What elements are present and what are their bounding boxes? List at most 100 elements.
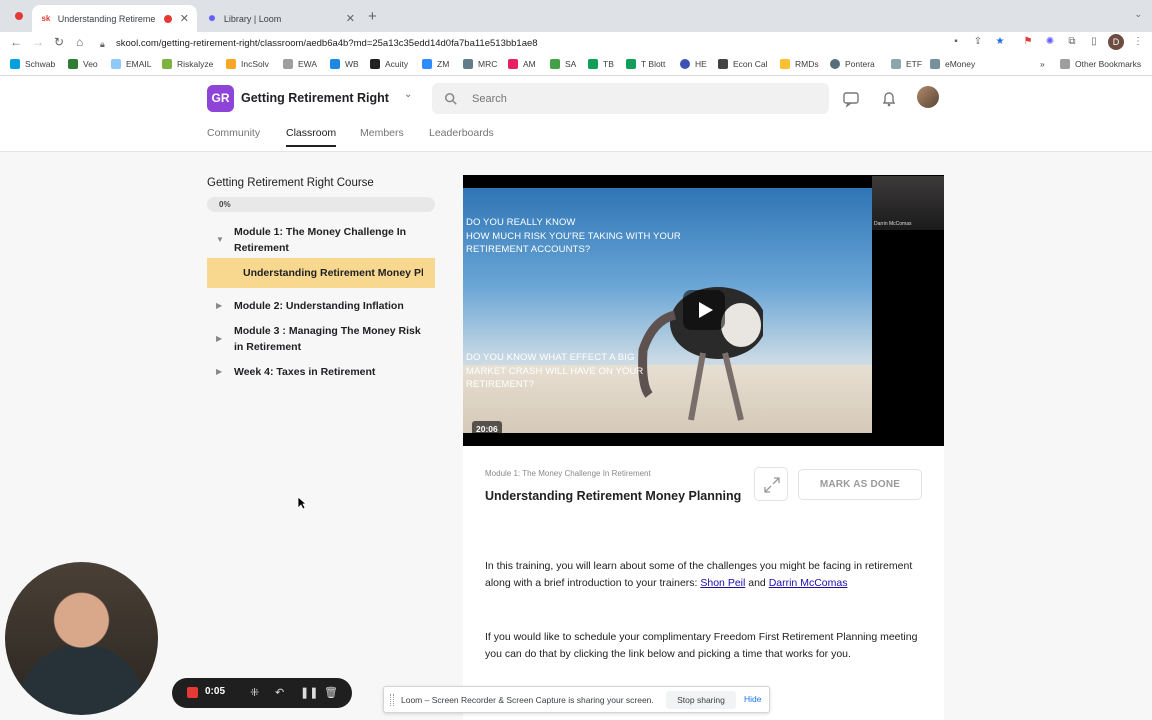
bookmark-item[interactable]: SA <box>550 59 576 69</box>
bookmark-label: IncSolv <box>241 59 269 69</box>
bookmarks-overflow[interactable]: » <box>1040 59 1045 69</box>
play-icon[interactable] <box>683 290 725 330</box>
bookmark-item[interactable]: Pontera <box>830 59 875 69</box>
nav-members[interactable]: Members <box>360 127 404 139</box>
module-2[interactable]: Module 2: Understanding Inflation <box>234 298 434 314</box>
forward-icon[interactable]: → <box>32 35 44 49</box>
module-3[interactable]: Module 3 : Managing The Money Risk in Re… <box>234 323 429 355</box>
bookmark-item[interactable]: MRC <box>463 59 497 69</box>
bookmark-item[interactable]: AM <box>508 59 536 69</box>
draw-tools-icon[interactable]: ⁜ <box>250 686 259 699</box>
close-tab-icon[interactable]: ✕ <box>346 12 355 25</box>
trash-icon[interactable]: 🗑︎ <box>324 686 338 699</box>
bookmark-label: Riskalyze <box>177 59 214 69</box>
hide-link[interactable]: Hide <box>744 694 761 704</box>
chat-icon[interactable] <box>842 90 860 108</box>
caret-right-icon[interactable]: ▶ <box>216 301 222 310</box>
pause-icon[interactable]: ❚❚ <box>300 686 318 699</box>
bookmark-item[interactable]: ETF <box>891 59 922 69</box>
bookmark-item[interactable]: Econ Cal <box>718 59 768 69</box>
side-panel-icon[interactable]: ▯ <box>1088 36 1100 48</box>
module-1[interactable]: Module 1: The Money Challenge In Retirem… <box>234 224 434 256</box>
mark-as-done-button[interactable]: MARK AS DONE <box>798 469 922 500</box>
bookmark-item[interactable]: Veo <box>68 59 98 69</box>
module-4[interactable]: Week 4: Taxes in Retirement <box>234 364 434 380</box>
lesson-label: Understanding Retirement Money Planning <box>243 267 423 279</box>
bell-icon[interactable] <box>880 90 898 108</box>
user-avatar[interactable] <box>917 86 939 108</box>
address-bar-row: ← → ↻ ⌂ 🔒︎ skool.com/getting-retirement-… <box>0 32 1152 54</box>
bookmark-item[interactable]: Riskalyze <box>162 59 213 69</box>
drag-handle-icon[interactable] <box>390 694 394 706</box>
bookmark-star-icon[interactable]: ★ <box>994 36 1006 48</box>
stop-recording-icon[interactable] <box>187 687 198 698</box>
reload-icon[interactable]: ↻ <box>54 35 64 49</box>
extensions-puzzle-icon[interactable]: ⧉ <box>1066 36 1078 48</box>
bookmark-label: HE <box>695 59 707 69</box>
bookmark-label: EWA <box>298 59 318 69</box>
lesson-title: Understanding Retirement Money Planning <box>485 489 742 503</box>
nav-leaderboards[interactable]: Leaderboards <box>429 127 494 139</box>
caret-right-icon[interactable]: ▶ <box>216 334 222 343</box>
bookmark-item[interactable]: T Blott <box>626 59 665 69</box>
lesson-paragraph-1: In this training, you will learn about s… <box>485 558 925 591</box>
caret-right-icon[interactable]: ▶ <box>216 367 222 376</box>
other-bookmarks[interactable]: Other Bookmarks <box>1060 59 1141 69</box>
expand-button[interactable] <box>754 467 788 501</box>
loom-camera-bubble[interactable] <box>5 562 158 715</box>
tab-loom-library[interactable]: ✺ Library | Loom ✕ <box>198 5 363 32</box>
tab-recording-icon <box>163 14 172 23</box>
search-input[interactable] <box>472 92 792 105</box>
bookmark-item[interactable]: HE <box>680 59 707 69</box>
group-logo[interactable]: GR <box>207 85 234 112</box>
loom-extension-icon[interactable]: ✺ <box>1044 36 1056 48</box>
bookmark-item[interactable]: WB <box>330 59 359 69</box>
caret-down-icon[interactable]: ▼ <box>216 235 224 244</box>
paragraph-conjunction: and <box>745 576 769 589</box>
course-progress-bar: 0% <box>207 197 435 212</box>
share-icon[interactable]: ⇪ <box>972 36 984 48</box>
camera-icon[interactable]: ▪ <box>950 36 962 48</box>
bookmark-item[interactable]: EMAIL <box>111 59 152 69</box>
bookmark-item[interactable]: RMDs <box>780 59 819 69</box>
home-icon[interactable]: ⌂ <box>76 35 83 49</box>
site-header: GR Getting Retirement Right ⌄ Community … <box>0 76 1152 152</box>
lesson-item-active[interactable]: Understanding Retirement Money Planning <box>207 258 435 288</box>
restart-icon[interactable]: ↶ <box>275 686 284 699</box>
nav-classroom[interactable]: Classroom <box>286 127 337 147</box>
expand-icon <box>764 477 780 493</box>
close-tab-icon[interactable]: ✕ <box>180 12 189 25</box>
mouse-cursor-icon <box>297 496 307 510</box>
bookmark-item[interactable]: Acuity <box>370 59 408 69</box>
bookmark-label: Acuity <box>385 59 409 69</box>
trainer-link-shon[interactable]: Shon Peil <box>700 577 745 589</box>
bookmark-label: SA <box>565 59 577 69</box>
bookmark-item[interactable]: EWA <box>283 59 317 69</box>
menu-icon[interactable]: ⋮ <box>1132 36 1144 48</box>
tab-understanding-retirement[interactable]: sk Understanding Retirement ✕ <box>32 5 197 32</box>
bookmark-item[interactable]: eMoney <box>930 59 975 69</box>
tab-search-icon[interactable]: ⌄ <box>1134 9 1142 20</box>
bookmark-item[interactable]: TB <box>588 59 614 69</box>
url-field[interactable]: 🔒︎ skool.com/getting-retirement-right/cl… <box>100 35 940 51</box>
trainer-link-darrin[interactable]: Darrin McComas <box>769 577 848 589</box>
browser-tab-bar: sk Understanding Retirement ✕ ✺ Library … <box>0 0 1152 32</box>
stop-sharing-button[interactable]: Stop sharing <box>666 691 736 709</box>
group-name[interactable]: Getting Retirement Right <box>241 91 389 105</box>
share-message: Loom – Screen Recorder & Screen Capture … <box>401 695 654 705</box>
course-title: Getting Retirement Right Course <box>207 177 374 189</box>
bookmarks-bar: Schwab Veo EMAIL Riskalyze IncSolv EWA W… <box>0 54 1152 76</box>
profile-avatar[interactable]: D <box>1108 34 1124 50</box>
bookmark-label: ZM <box>437 59 450 69</box>
back-icon[interactable]: ← <box>10 35 22 49</box>
search-box[interactable] <box>432 83 829 114</box>
bookmark-label: RMDs <box>795 59 819 69</box>
chevron-down-icon[interactable]: ⌄ <box>404 89 412 100</box>
tab-title: Library | Loom <box>223 13 282 24</box>
bookmark-item[interactable]: Schwab <box>10 59 55 69</box>
bookmark-item[interactable]: IncSolv <box>226 59 269 69</box>
new-tab-icon[interactable]: + <box>368 8 377 25</box>
extension-icon[interactable]: ⚑ <box>1022 36 1034 48</box>
nav-community[interactable]: Community <box>207 127 260 139</box>
bookmark-item[interactable]: ZM <box>422 59 449 69</box>
